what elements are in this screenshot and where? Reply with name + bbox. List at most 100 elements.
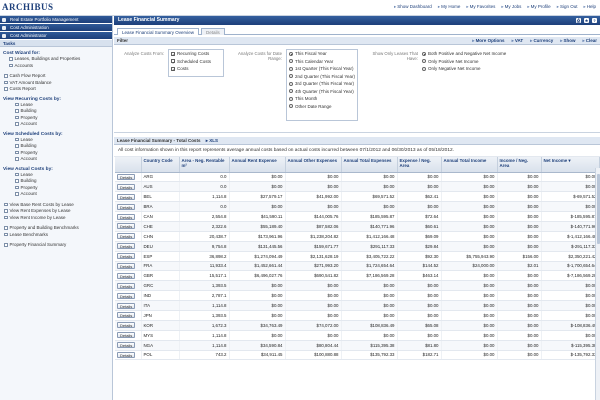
tab-overview[interactable]: Lease Financial Summary Overview xyxy=(117,28,200,35)
task-icon xyxy=(15,179,19,183)
filter-radio-option[interactable]: Both Positive and Negative Net Income xyxy=(422,50,506,58)
table-row: Details CHN 20,438.7 $173,961.96 $1,238,204.… xyxy=(115,231,600,242)
task-icon xyxy=(15,137,19,142)
details-button[interactable]: Details xyxy=(117,213,136,220)
my-home-link[interactable]: My Home xyxy=(438,4,460,10)
option-label: Both Positive and Negative Net Income xyxy=(428,51,507,56)
column-header[interactable]: Area - Neg. Rentable m² xyxy=(179,157,230,173)
sidebar-header-domain[interactable]: Real Estate Portfolio Management xyxy=(0,16,112,24)
column-header[interactable]: Annual Total Expenses xyxy=(341,157,398,173)
task-icon xyxy=(4,202,8,207)
show-dashboard-link[interactable]: Show Dashboard xyxy=(394,4,432,10)
column-header[interactable]: Annual Rent Expense xyxy=(229,157,286,173)
details-button[interactable]: Details xyxy=(117,351,136,358)
filter-radio-option[interactable]: Only Negative Net Income xyxy=(422,65,506,73)
filter-radio-option[interactable]: Other Date Range xyxy=(289,103,355,111)
sidebar-task-item[interactable]: Property Financial Summary xyxy=(0,242,112,249)
my-favorites-link[interactable]: My Favorites xyxy=(466,4,496,10)
filter-radio-option[interactable]: 2nd Quarter (This Fiscal Year) xyxy=(289,73,355,81)
print-icon[interactable]: ⎙ xyxy=(576,18,581,23)
table-cell: 9,754.8 xyxy=(179,241,230,252)
sidebar-task-list: Cost Wizard for: Leases, Buildings and Pr… xyxy=(0,47,112,249)
more-options-button[interactable]: More Options xyxy=(472,37,505,45)
show-button[interactable]: Show xyxy=(560,37,575,45)
radio-button[interactable] xyxy=(289,74,293,79)
radio-button[interactable] xyxy=(289,59,293,64)
radio-button[interactable] xyxy=(289,96,293,101)
table-row: Details ESP 36,898.2 $1,274,094.49 $2,131,62… xyxy=(115,251,600,262)
column-header[interactable]: Net Income ▾ xyxy=(541,157,600,173)
table-cell: $271,993.20 xyxy=(285,261,342,272)
details-button[interactable]: Details xyxy=(117,322,136,329)
column-header[interactable]: Annual Total Income xyxy=(441,157,498,173)
details-button[interactable]: Details xyxy=(117,233,136,240)
details-button[interactable]: Details xyxy=(117,183,136,190)
details-button[interactable]: Details xyxy=(117,262,136,269)
filter-checkbox-option[interactable]: Costs xyxy=(171,65,211,74)
column-header[interactable]: Country Code xyxy=(141,157,180,173)
grid-scroll-thumb[interactable] xyxy=(596,174,600,244)
details-button[interactable]: Details xyxy=(117,332,136,339)
details-button[interactable]: Details xyxy=(117,223,136,230)
column-header[interactable]: Expense / Neg. Area xyxy=(397,157,442,173)
task-icon xyxy=(9,63,13,68)
details-button[interactable]: Details xyxy=(117,312,136,319)
sidebar-header-application[interactable]: Cost Administration xyxy=(0,24,112,32)
favorite-icon[interactable]: ★ xyxy=(584,18,589,23)
radio-button[interactable] xyxy=(289,66,293,71)
details-button[interactable]: Details xyxy=(117,302,136,309)
details-button[interactable]: Details xyxy=(117,272,136,279)
filter-checkbox-option[interactable]: Recurring Costs xyxy=(171,50,211,59)
radio-button[interactable] xyxy=(422,66,426,71)
radio-button[interactable] xyxy=(422,51,426,56)
table-cell: $0.00 xyxy=(285,290,342,302)
help-link[interactable]: Help xyxy=(583,4,596,10)
sidebar-task-label: Lease Benchmarks xyxy=(9,231,49,237)
my-jobs-link[interactable]: My Jobs xyxy=(501,4,522,10)
filter-checkbox-option[interactable]: Scheduled Costs xyxy=(171,58,211,66)
filter-radio-option[interactable]: 1st Quarter (This Fiscal Year) xyxy=(289,65,355,73)
column-header[interactable]: Annual Other Expenses xyxy=(285,157,342,173)
details-button[interactable]: Details xyxy=(117,193,136,200)
option-label: Costs xyxy=(177,66,189,71)
grid-scrollbar[interactable] xyxy=(595,168,600,400)
country-code-cell: ESP xyxy=(141,251,180,262)
vat-button[interactable]: VAT xyxy=(512,37,523,45)
radio-button[interactable] xyxy=(289,104,293,109)
sidebar-header-role[interactable]: Cost Administrator xyxy=(0,32,112,40)
filter-radio-option[interactable]: 3rd Quarter (This Fiscal Year) xyxy=(289,80,355,88)
details-button[interactable]: Details xyxy=(117,282,136,289)
clear-button[interactable]: Clear xyxy=(582,37,597,45)
details-button[interactable]: Details xyxy=(117,173,136,180)
filter-radio-option[interactable]: Only Positive Net Income xyxy=(422,58,506,66)
help-icon[interactable]: ? xyxy=(592,18,597,23)
details-button[interactable]: Details xyxy=(117,342,136,349)
table-cell: $0.00 xyxy=(341,330,398,341)
details-button[interactable]: Details xyxy=(117,243,136,250)
checkbox[interactable] xyxy=(171,51,175,59)
filter-radio-option[interactable]: This Calendar Year xyxy=(289,58,355,66)
details-button[interactable]: Details xyxy=(117,292,136,299)
xls-export-button[interactable]: ▸ XLS xyxy=(206,138,218,143)
details-button[interactable]: Details xyxy=(117,253,136,260)
radio-button[interactable] xyxy=(422,59,426,64)
table-cell: $291,117.33 xyxy=(341,241,398,252)
details-button[interactable]: Details xyxy=(117,203,136,210)
table-cell: $0.00 xyxy=(441,350,498,361)
table-cell: $0.00 xyxy=(285,300,342,311)
column-header[interactable]: Income / Neg. Area xyxy=(497,157,542,173)
filter-radio-option[interactable]: This Month xyxy=(289,95,355,103)
sign-out-link[interactable]: Sign Out xyxy=(557,4,578,10)
radio-button[interactable] xyxy=(289,51,293,56)
filter-radio-option[interactable]: 4th Quarter (This Fiscal Year) xyxy=(289,88,355,96)
task-icon xyxy=(15,109,19,113)
tab-details[interactable]: Details xyxy=(201,28,225,35)
checkbox[interactable] xyxy=(171,59,175,66)
currency-button[interactable]: Currency xyxy=(530,37,553,45)
table-cell: $144.52 xyxy=(397,261,442,272)
checkbox[interactable] xyxy=(171,66,175,74)
radio-button[interactable] xyxy=(289,81,293,86)
filter-radio-option[interactable]: This Fiscal Year xyxy=(289,50,355,58)
radio-button[interactable] xyxy=(289,89,293,94)
my-profile-link[interactable]: My Profile xyxy=(527,4,551,10)
